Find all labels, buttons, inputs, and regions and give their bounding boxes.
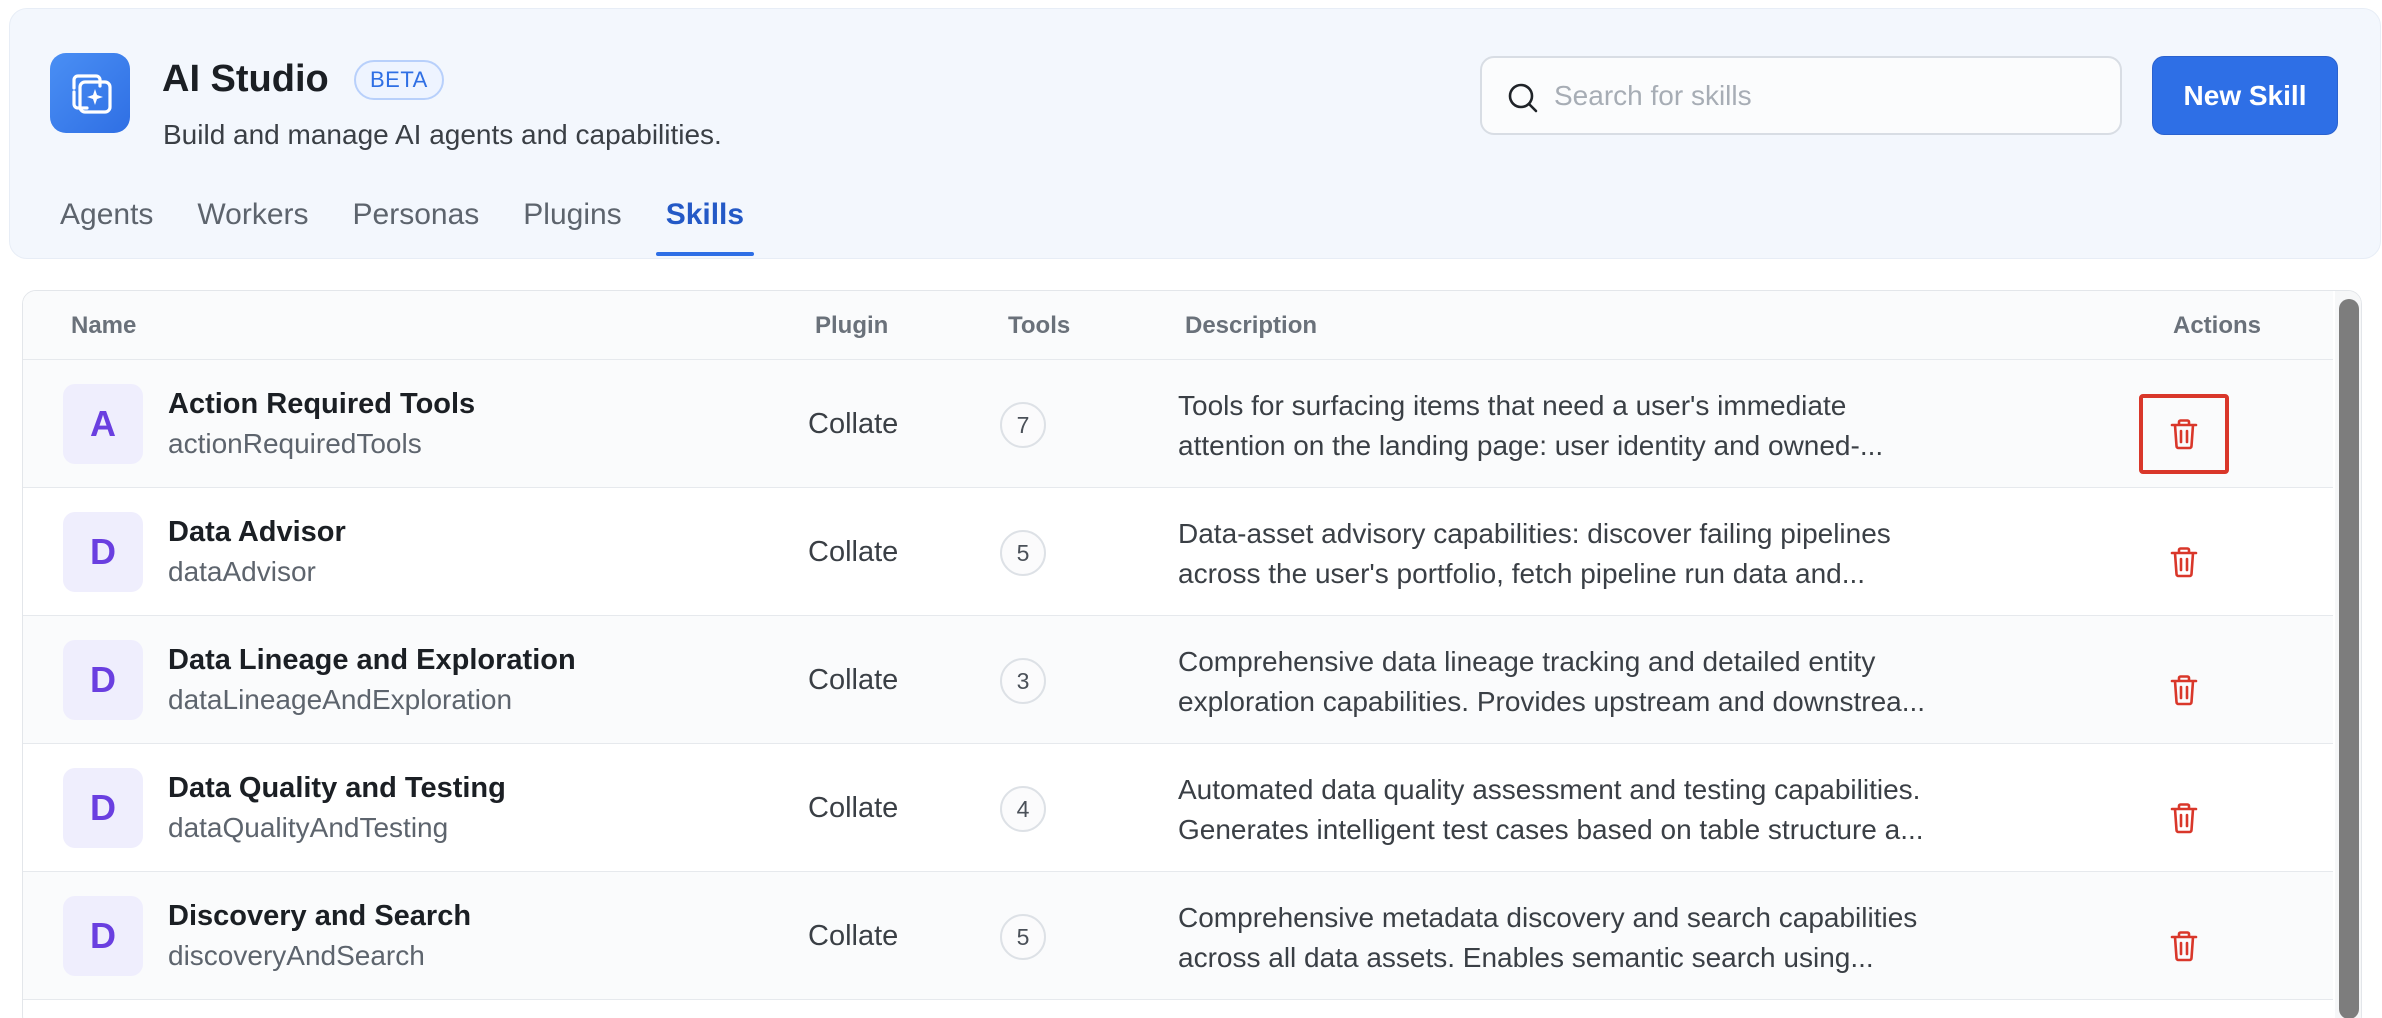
skills-table: Name Plugin Tools Description Actions A … (22, 290, 2362, 1018)
skill-name[interactable]: Discovery and Search (168, 898, 471, 934)
skill-name[interactable]: Action Required Tools (168, 386, 475, 422)
skill-id: dataAdvisor (168, 556, 316, 587)
tab-plugins[interactable]: Plugins (521, 195, 623, 257)
beta-badge: BETA (354, 60, 444, 100)
table-row[interactable]: D Discovery and Search discoveryAndSearc… (23, 872, 2333, 1000)
delete-button[interactable] (2139, 650, 2229, 730)
tab-agents[interactable]: Agents (58, 195, 155, 257)
trash-icon (2170, 419, 2198, 450)
avatar: D (63, 512, 143, 592)
tools-count-badge: 5 (1000, 914, 1046, 960)
delete-button[interactable] (2139, 778, 2229, 858)
delete-button[interactable] (2139, 906, 2229, 986)
skill-name[interactable]: Data Quality and Testing (168, 770, 506, 806)
search-box[interactable] (1480, 56, 2122, 135)
column-header-name[interactable]: Name (71, 311, 136, 341)
plugin-name: Collate (808, 920, 899, 952)
skill-description: Data-asset advisory capabilities: discov… (1178, 514, 1978, 594)
app-title: AI Studio (162, 58, 329, 100)
column-header-description[interactable]: Description (1185, 311, 1317, 341)
tools-count-badge: 7 (1000, 402, 1046, 448)
delete-button[interactable] (2139, 394, 2229, 474)
skill-description: Comprehensive data lineage tracking and … (1178, 642, 1978, 722)
plugin-name: Collate (808, 408, 899, 440)
description-line: Automated data quality assessment and te… (1178, 774, 1921, 805)
plugin-name: Collate (808, 792, 899, 824)
tab-workers[interactable]: Workers (195, 195, 310, 257)
description-line: Comprehensive metadata discovery and sea… (1178, 902, 1918, 933)
trash-icon (2170, 931, 2198, 962)
column-header-actions: Actions (2173, 312, 2262, 339)
table-row[interactable]: D Data Advisor dataAdvisor Collate 5 Dat… (23, 488, 2333, 616)
column-header-plugin[interactable]: Plugin (815, 311, 888, 341)
tab-bar: Agents Workers Personas Plugins Skills (58, 195, 786, 257)
table-header: Name Plugin Tools Description Actions (23, 291, 2333, 360)
skill-name[interactable]: Data Advisor (168, 514, 346, 550)
skill-id: discoveryAndSearch (168, 940, 425, 971)
description-line: attention on the landing page: user iden… (1178, 430, 1884, 461)
description-line: exploration capabilities. Provides upstr… (1178, 686, 1926, 717)
table-row[interactable]: A Action Required Tools actionRequiredTo… (23, 360, 2333, 488)
new-skill-button[interactable]: New Skill (2152, 56, 2338, 135)
skill-description: Tools for surfacing items that need a us… (1178, 386, 1978, 466)
tab-skills[interactable]: Skills (655, 195, 755, 257)
search-input[interactable] (1554, 72, 2094, 120)
page-header: AI Studio BETA Build and manage AI agent… (9, 8, 2381, 259)
tools-count-badge: 5 (1000, 530, 1046, 576)
description-line: Generates intelligent test cases based o… (1178, 814, 1924, 845)
skill-name[interactable]: Data Lineage and Exploration (168, 642, 576, 678)
skill-id: dataLineageAndExploration (168, 684, 513, 715)
app-subtitle: Build and manage AI agents and capabilit… (163, 119, 722, 150)
column-header-tools[interactable]: Tools (1008, 311, 1070, 341)
search-icon (1508, 83, 1538, 113)
trash-icon (2170, 675, 2198, 706)
tools-count-badge: 4 (1000, 786, 1046, 832)
ai-sparkle-icon (50, 53, 130, 133)
description-line: Tools for surfacing items that need a us… (1178, 390, 1847, 421)
tab-personas[interactable]: Personas (351, 195, 482, 257)
description-line: across all data assets. Enables semantic… (1178, 942, 1874, 973)
delete-button[interactable] (2139, 522, 2229, 602)
table-row[interactable]: D Data Quality and Testing dataQualityAn… (23, 744, 2333, 872)
description-line: across the user's portfolio, fetch pipel… (1178, 558, 1866, 589)
description-line: Comprehensive data lineage tracking and … (1178, 646, 1876, 677)
skill-description: Automated data quality assessment and te… (1178, 770, 1978, 850)
avatar: D (63, 640, 143, 720)
tools-count-badge: 3 (1000, 658, 1046, 704)
plugin-name: Collate (808, 536, 899, 568)
scrollbar-thumb[interactable] (2339, 299, 2359, 1018)
description-line: Data-asset advisory capabilities: discov… (1178, 518, 1891, 549)
skill-description: Comprehensive metadata discovery and sea… (1178, 898, 1978, 978)
skill-id: actionRequiredTools (168, 428, 422, 459)
skill-id: dataQualityAndTesting (168, 812, 449, 843)
avatar: D (63, 896, 143, 976)
avatar: D (63, 768, 143, 848)
trash-icon (2170, 803, 2198, 834)
plugin-name: Collate (808, 664, 899, 696)
table-row[interactable]: D Data Lineage and Exploration dataLinea… (23, 616, 2333, 744)
trash-icon (2170, 547, 2198, 578)
avatar: A (63, 384, 143, 464)
